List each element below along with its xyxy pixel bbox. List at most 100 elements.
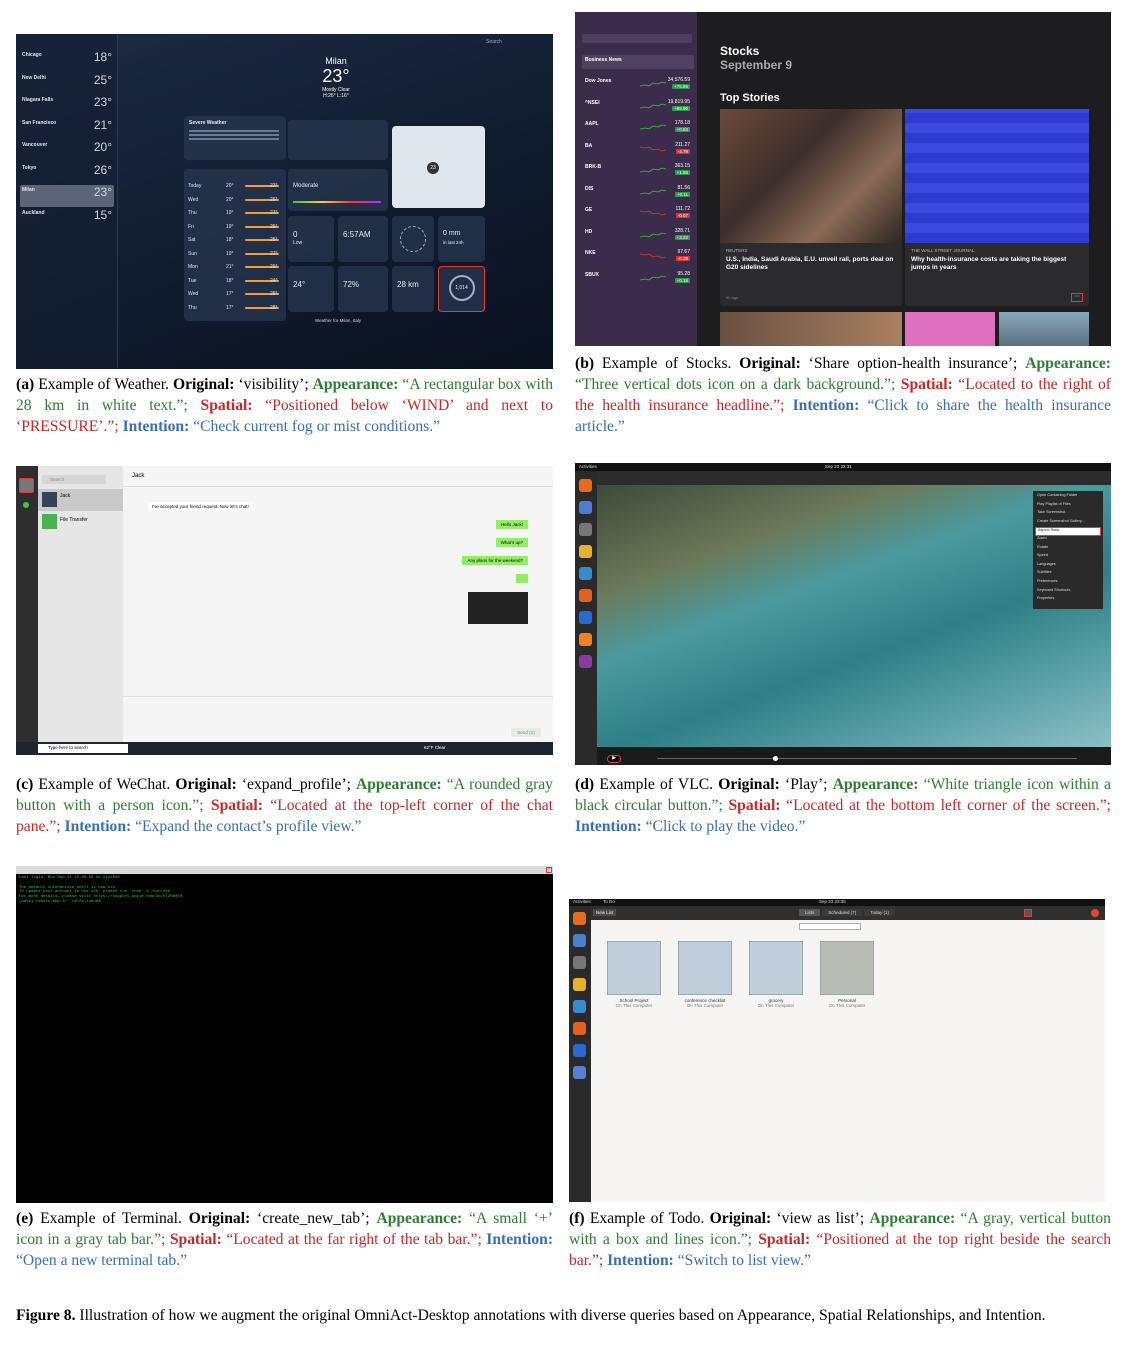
- caption-d: (d) Example of VLC. Original: ‘Play’; Ap…: [575, 776, 1111, 835]
- forecast-low: 18°: [226, 277, 234, 284]
- close-button[interactable]: [1091, 909, 1099, 917]
- stock-row[interactable]: GE 111.72 -0.07: [582, 205, 694, 225]
- todo-list-card[interactable]: [678, 941, 732, 995]
- chat-item-jack-label: Jack: [60, 493, 71, 499]
- chat-item-jack[interactable]: Jack: [38, 489, 123, 511]
- sidebar-city[interactable]: Milan 23°: [20, 185, 114, 207]
- stock-symbol: HD: [585, 228, 593, 235]
- menu-item[interactable]: Rotate: [1035, 545, 1101, 554]
- forecast-low: 20°: [226, 196, 234, 203]
- tab[interactable]: Lists: [799, 909, 821, 916]
- menu-item[interactable]: Open Containing Folder: [1035, 493, 1101, 502]
- stock-row[interactable]: BRK-B 363.15 +1.88: [582, 162, 694, 182]
- windows-taskbar: Type here to search 62°F Clear: [16, 742, 553, 755]
- sidebar-city[interactable]: Niagara Falls 23°: [20, 95, 114, 117]
- expand-profile-button[interactable]: [19, 478, 34, 493]
- sidebar-city-name: Chicago: [22, 52, 42, 58]
- sidebar-city[interactable]: Vancouver 20°: [20, 140, 114, 162]
- todo-list-card[interactable]: [820, 941, 874, 995]
- stock-sparkline: [640, 146, 666, 151]
- stock-change: +0.18: [674, 277, 690, 283]
- precipitation-map[interactable]: 23: [392, 126, 485, 208]
- stock-row[interactable]: ^NSEI 19,819.95 +89.90: [582, 98, 694, 118]
- activities-button[interactable]: Activities: [573, 899, 591, 904]
- stock-row[interactable]: Dow Jones 34,576.59 +75.86: [582, 76, 694, 96]
- forecast-day: Wed: [188, 196, 199, 203]
- sidebar-city[interactable]: Chicago 18°: [20, 50, 114, 72]
- forecast-low: 17°: [226, 304, 234, 311]
- forecast-day: Thu: [188, 210, 197, 216]
- business-news-item[interactable]: Business News: [582, 55, 694, 69]
- menu-item[interactable]: Play Playlist of Files: [1035, 502, 1101, 511]
- play-button[interactable]: ▶: [607, 755, 621, 763]
- forecast-day: Sat: [188, 237, 196, 243]
- todo-list-card[interactable]: [749, 941, 803, 995]
- story-card-2[interactable]: THE WALL STREET JOURNAL. Why health-insu…: [905, 109, 1089, 306]
- story-image-3[interactable]: [720, 312, 902, 346]
- sidebar-city[interactable]: Auckland 15°: [20, 208, 114, 230]
- sidebar-city-name: Milan: [22, 187, 35, 193]
- stock-symbol: BRK-B: [585, 164, 602, 170]
- story-image-5[interactable]: [999, 312, 1089, 346]
- menu-item[interactable]: Speed: [1035, 553, 1101, 562]
- stock-sparkline: [640, 124, 666, 130]
- forecast-high: 25°: [270, 291, 278, 297]
- stock-price: 178.18: [674, 120, 690, 126]
- search-bar[interactable]: [799, 923, 861, 930]
- image-message[interactable]: [468, 592, 528, 624]
- chat-item-file-transfer[interactable]: File Transfer: [38, 511, 123, 533]
- wechat-screenshot: Search Jack File Transfer Jack I've acce…: [16, 466, 553, 755]
- severe-weather-card[interactable]: Severe Weather: [184, 116, 286, 160]
- caption-c: (c) Example of WeChat. Original: ‘expand…: [16, 776, 553, 835]
- stock-change: -0.07: [675, 213, 690, 218]
- sidebar-city[interactable]: San Francisco 21°: [20, 118, 114, 140]
- uv-label: Low: [293, 240, 303, 246]
- chat-search[interactable]: Search: [42, 475, 106, 484]
- top-stories-heading: Top Stories: [720, 92, 780, 104]
- tab[interactable]: Scheduled (7): [822, 909, 863, 916]
- stock-row[interactable]: NKE 97.67 -0.39: [582, 248, 694, 268]
- menu-item[interactable]: Keyboard Shortcuts: [1035, 588, 1101, 597]
- share-more-icon[interactable]: ⋯: [1071, 293, 1083, 302]
- stock-row[interactable]: AAPL 178.18 +0.83: [582, 119, 694, 139]
- stock-row[interactable]: BA 211.27 -4.79: [582, 141, 694, 161]
- menu-item[interactable]: Subtitles: [1035, 570, 1101, 579]
- view-as-list-button[interactable]: [1024, 909, 1032, 917]
- pressure-value: 1,014: [455, 285, 468, 291]
- story-card-1[interactable]: REUTERS U.S., India, Saudi Arabia, E.U. …: [720, 109, 902, 306]
- stock-row[interactable]: DIS 81.56 +0.11: [582, 184, 694, 204]
- menu-item[interactable]: Create Screenshot Gallery...: [1035, 519, 1101, 528]
- stock-sparkline: [640, 275, 666, 280]
- tab[interactable]: Today (1): [864, 909, 896, 916]
- stock-price: 328.71: [674, 227, 690, 234]
- seek-handle[interactable]: [773, 756, 778, 761]
- stock-sparkline: [640, 167, 666, 173]
- sidebar-city[interactable]: Tokyo 26°: [20, 163, 114, 185]
- activities-button[interactable]: Activities: [579, 464, 597, 469]
- sunset-card: 6:57AM: [338, 216, 388, 262]
- new-tab-button[interactable]: +: [546, 867, 552, 873]
- menu-item[interactable]: Languages: [1035, 562, 1101, 571]
- menu-item[interactable]: Aspect Ratio: [1035, 527, 1101, 536]
- app-menu[interactable]: To Do: [603, 899, 615, 904]
- stock-row[interactable]: HD 328.71 +3.22: [582, 227, 694, 247]
- stock-price: 34,576.59: [667, 77, 690, 83]
- sidebar-city[interactable]: New Delhi 25°: [20, 73, 114, 95]
- clock: Sep 23 23:35: [819, 899, 846, 904]
- stock-change: +3.22: [674, 234, 690, 240]
- visibility-card[interactable]: 28 km: [392, 266, 434, 312]
- weather-search[interactable]: Search: [486, 39, 502, 45]
- taskbar-search[interactable]: Type here to search: [38, 744, 128, 753]
- sidebar-city-name: Niagara Falls: [22, 97, 54, 103]
- menu-item[interactable]: Preferences: [1035, 579, 1101, 588]
- stock-row[interactable]: SBUX 95.28 +0.18: [582, 270, 694, 290]
- sidebar-city-temp: 15°: [93, 207, 112, 222]
- todo-list-card[interactable]: [607, 941, 661, 995]
- new-list-button[interactable]: New List: [593, 909, 617, 916]
- send-button[interactable]: Send (S): [511, 728, 541, 737]
- menu-item[interactable]: Zoom: [1035, 536, 1101, 545]
- todo-list-label: Personal On This Computer: [812, 998, 882, 1008]
- menu-item[interactable]: Properties: [1035, 596, 1101, 605]
- story-image-4[interactable]: [905, 312, 995, 346]
- menu-item[interactable]: Take Screenshot: [1035, 510, 1101, 519]
